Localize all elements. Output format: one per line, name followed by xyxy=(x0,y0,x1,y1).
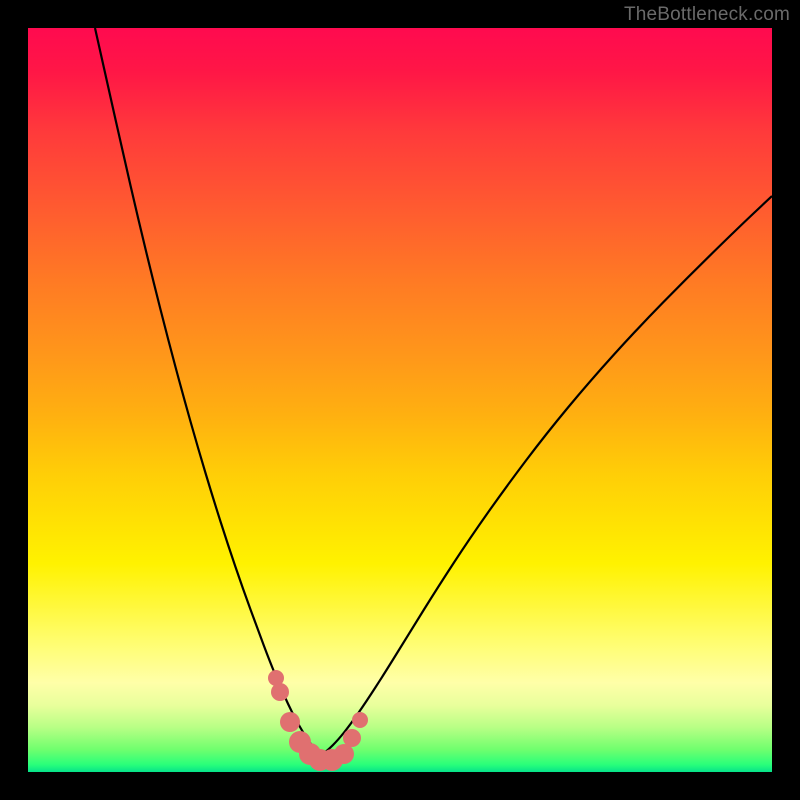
chart-frame: TheBottleneck.com xyxy=(0,0,800,800)
marker-layer xyxy=(28,28,772,772)
watermark-text: TheBottleneck.com xyxy=(624,4,790,26)
data-marker xyxy=(334,744,354,764)
data-marker xyxy=(280,712,300,732)
data-marker xyxy=(352,712,368,728)
data-marker xyxy=(271,683,289,701)
plot-area xyxy=(28,28,772,772)
data-marker xyxy=(343,729,361,747)
